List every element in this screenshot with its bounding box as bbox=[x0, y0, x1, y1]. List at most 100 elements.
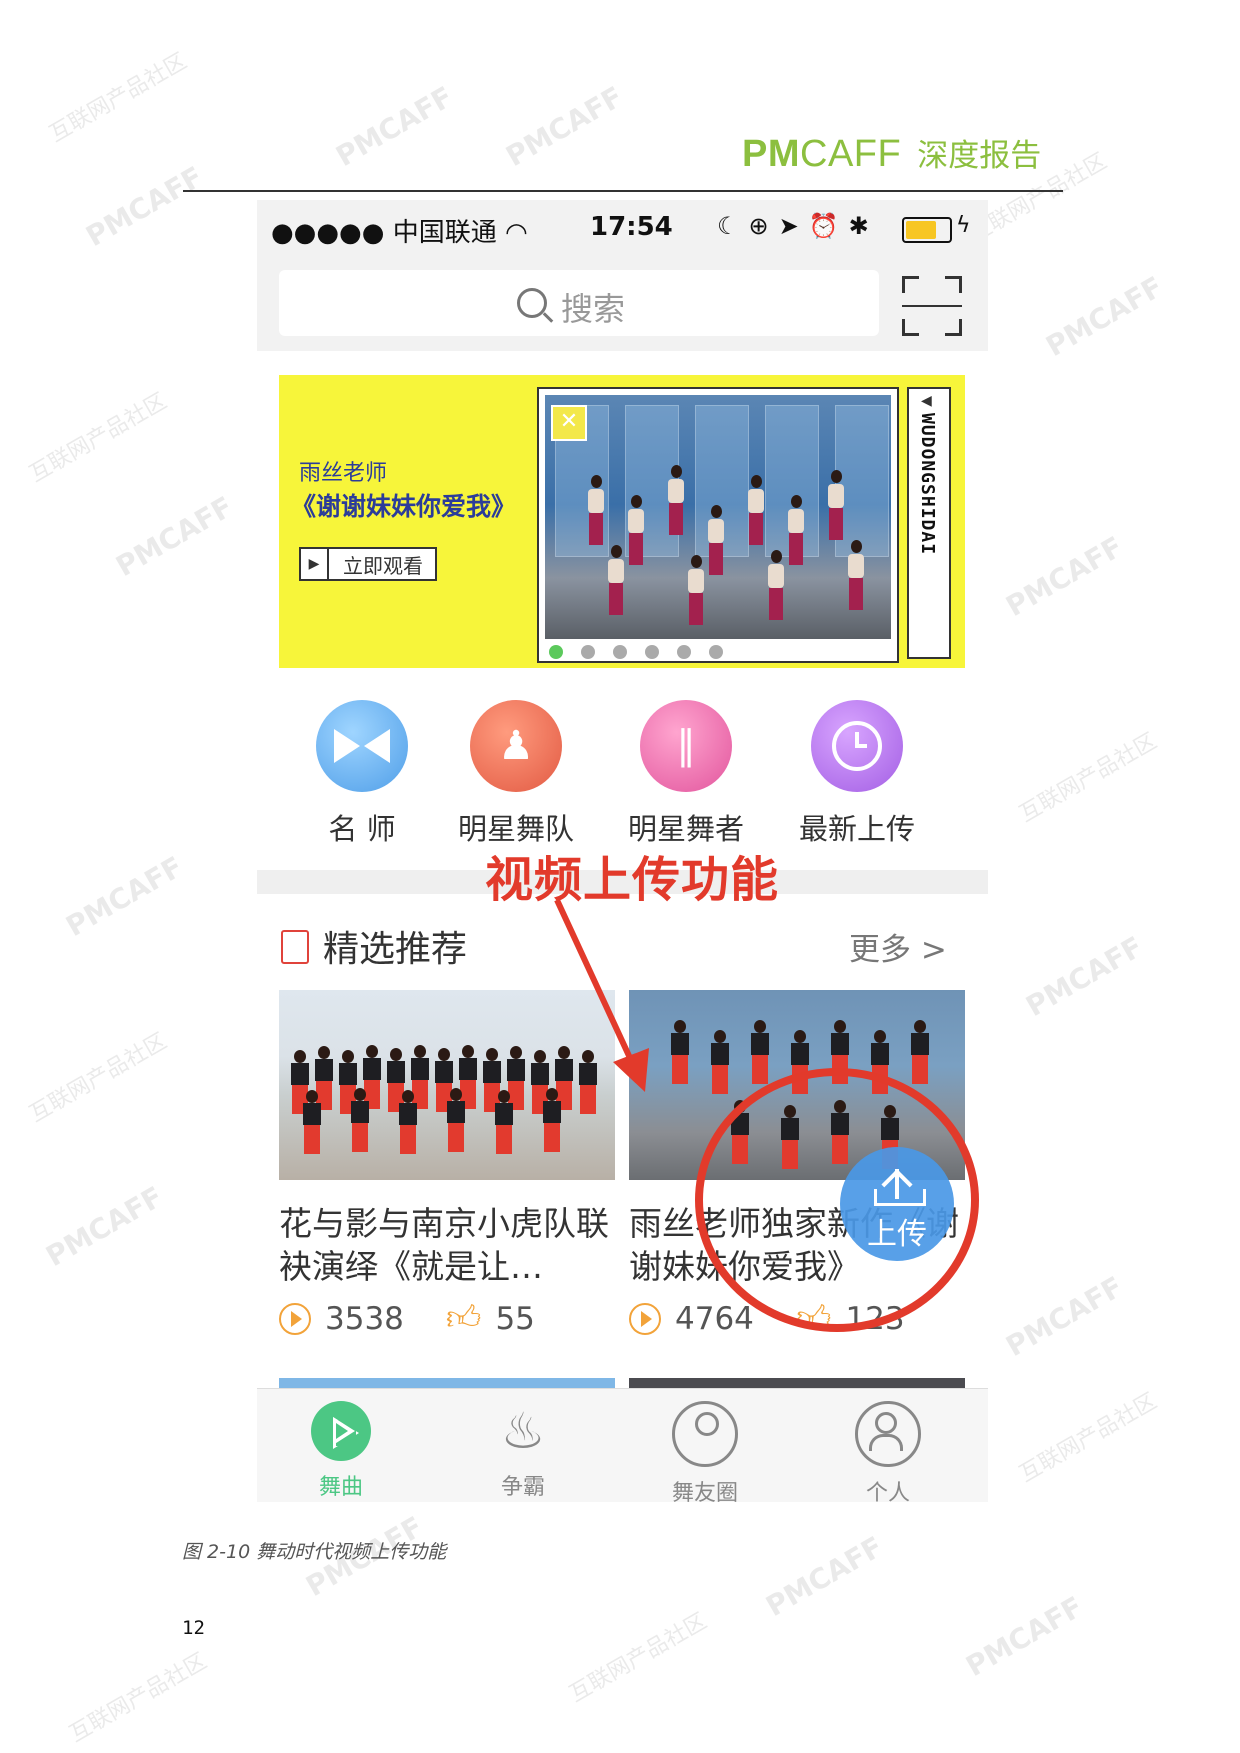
play-count-icon bbox=[279, 1302, 311, 1335]
carousel-dot[interactable] bbox=[645, 645, 659, 659]
carousel-dots bbox=[549, 645, 723, 659]
alarm-icon: ⏰ bbox=[808, 212, 849, 240]
banner-image-frame: ✕ bbox=[537, 387, 899, 663]
play-count: 3538 bbox=[325, 1300, 404, 1337]
document-header: PMCAFF 深度报告 bbox=[742, 130, 1041, 180]
tab-contest[interactable]: ♨ 争霸 bbox=[463, 1401, 583, 1501]
banner-author: 雨丝老师 bbox=[299, 461, 388, 486]
watermark: PMCAFF bbox=[1040, 269, 1169, 364]
carousel-dot[interactable] bbox=[549, 645, 563, 659]
tab-profile[interactable]: 个人 bbox=[828, 1401, 948, 1502]
carousel-dot[interactable] bbox=[709, 645, 723, 659]
carousel-dot[interactable] bbox=[581, 645, 595, 659]
dancer-figure bbox=[829, 1020, 851, 1084]
tab-label: 争霸 bbox=[500, 1475, 545, 1500]
dancer-figure bbox=[745, 475, 767, 545]
page-number: 12 bbox=[182, 1617, 205, 1639]
category-label: 最新上传 bbox=[798, 812, 915, 846]
watermark: PMCAFF bbox=[80, 159, 209, 254]
dancer-figure bbox=[685, 555, 707, 625]
dancer-figure bbox=[625, 495, 647, 565]
clock-time: 17:54 bbox=[590, 212, 673, 242]
more-link[interactable]: 更多 > bbox=[849, 924, 947, 969]
carrier-label: ●●●●● 中国联通 ◠ bbox=[271, 218, 528, 248]
dancer-figure bbox=[577, 1050, 599, 1114]
banner-side-tab: ◀ WUDONGSHIDAI bbox=[907, 387, 951, 659]
flame-icon: ♨ bbox=[500, 1402, 546, 1460]
banner-title: 《谢谢妹妹你爱我》 bbox=[291, 492, 517, 521]
battery-icon: ϟ bbox=[902, 213, 971, 243]
dancer-figure bbox=[301, 1090, 323, 1154]
watermark-cn: 互联网产品社区 bbox=[1015, 728, 1162, 828]
dancer-figure bbox=[869, 1030, 891, 1094]
status-bar: ●●●●● 中国联通 ◠ 17:54 ☾⊕➤⏰✱ ϟ bbox=[257, 200, 988, 256]
watch-now-button[interactable]: ▶ 立即观看 bbox=[299, 547, 437, 581]
dancer-figure bbox=[541, 1088, 563, 1152]
carousel-dot[interactable] bbox=[677, 645, 691, 659]
dancer-figure bbox=[829, 1100, 851, 1164]
tab-dance-music[interactable]: 舞曲 bbox=[281, 1401, 401, 1501]
dancer-figure bbox=[785, 495, 807, 565]
moon-icon: ☾ bbox=[717, 212, 749, 240]
watermark-cn: 互联网产品社区 bbox=[25, 388, 172, 488]
report-title: 深度报告 bbox=[917, 138, 1042, 174]
wifi-icon: ◠ bbox=[504, 218, 528, 248]
search-placeholder: 搜索 bbox=[561, 290, 626, 328]
dancer-figure bbox=[493, 1090, 515, 1154]
dancer-figure bbox=[669, 1020, 691, 1084]
clock-icon bbox=[811, 700, 903, 792]
watermark: PMCAFF bbox=[1020, 929, 1149, 1024]
pmcaff-logo: PMCAFF bbox=[742, 133, 902, 175]
dancer-figure bbox=[909, 1020, 931, 1084]
category-famous-teachers[interactable]: 名 师 bbox=[287, 700, 437, 848]
search-input[interactable]: 搜索 bbox=[279, 270, 879, 336]
search-icon bbox=[517, 288, 547, 318]
promo-banner[interactable]: 雨丝老师 《谢谢妹妹你爱我》 ▶ 立即观看 ✕ ◀ WUDONGSHIDAI bbox=[279, 375, 965, 668]
watermark-cn: 互联网产品社区 bbox=[65, 1648, 212, 1748]
person-icon bbox=[855, 1401, 921, 1467]
section-title: 精选推荐 bbox=[323, 929, 468, 970]
watermark: PMCAFF bbox=[110, 489, 239, 584]
category-star-dancers[interactable]: ∥ 明星舞者 bbox=[611, 700, 761, 848]
close-icon[interactable]: ✕ bbox=[551, 405, 587, 441]
status-icons: ☾⊕➤⏰✱ bbox=[717, 212, 879, 240]
dancer-figure bbox=[845, 540, 867, 610]
app-screenshot: ●●●●● 中国联通 ◠ 17:54 ☾⊕➤⏰✱ ϟ 搜索 雨丝老师 《谢谢妹妹… bbox=[257, 200, 988, 1502]
thumbs-up-icon[interactable]: 👍︎ bbox=[446, 1298, 482, 1339]
category-label: 名 师 bbox=[328, 812, 396, 846]
play-count-icon bbox=[629, 1302, 661, 1335]
dancer-figure bbox=[349, 1088, 371, 1152]
upload-button[interactable]: 上传 bbox=[840, 1147, 954, 1261]
watermark: PMCAFF bbox=[500, 79, 629, 174]
watermark: PMCAFF bbox=[1000, 529, 1129, 624]
play-icon: ▶ bbox=[301, 549, 329, 579]
next-row-peek bbox=[279, 1378, 965, 1388]
dancer-figure bbox=[749, 1020, 771, 1084]
category-latest-uploads[interactable]: 最新上传 bbox=[782, 700, 932, 848]
location-icon: ➤ bbox=[778, 212, 809, 240]
tab-label: 舞曲 bbox=[318, 1475, 363, 1500]
document-search-icon bbox=[281, 930, 309, 964]
bottom-tab-bar: 舞曲 ♨ 争霸 舞友圈 个人 bbox=[257, 1388, 988, 1502]
thumbs-up-icon[interactable]: 👍︎ bbox=[796, 1298, 832, 1339]
category-star-teams[interactable]: ♟ 明星舞队 bbox=[441, 700, 591, 848]
figure-caption: 图 2-10 舞动时代视频上传功能 bbox=[182, 1541, 447, 1563]
watermark-cn: 互联网产品社区 bbox=[565, 1608, 712, 1708]
carousel-dot[interactable] bbox=[613, 645, 627, 659]
bowtie-icon bbox=[316, 700, 408, 792]
watermark: PMCAFF bbox=[330, 79, 459, 174]
tab-label: 个人 bbox=[865, 1481, 910, 1502]
rotation-lock-icon: ⊕ bbox=[748, 212, 779, 240]
video-stats: 4764 👍︎ 123 bbox=[629, 1298, 965, 1339]
video-thumbnail[interactable] bbox=[279, 990, 615, 1180]
tab-friends-circle[interactable]: 舞友圈 bbox=[645, 1401, 765, 1502]
dancer-figure bbox=[765, 550, 787, 620]
team-icon: ♟ bbox=[470, 700, 562, 792]
like-count: 55 bbox=[495, 1300, 535, 1337]
like-count: 123 bbox=[845, 1300, 905, 1337]
scan-icon[interactable] bbox=[902, 276, 962, 336]
triangle-icon: ◀ bbox=[921, 393, 932, 409]
banner-side-text: WUDONGSHIDAI bbox=[917, 413, 938, 556]
video-card[interactable]: 花与影与南京小虎队联袂演绎《就是让… 3538 👍︎ 55 bbox=[279, 990, 615, 1339]
video-stats: 3538 👍︎ 55 bbox=[279, 1298, 615, 1339]
